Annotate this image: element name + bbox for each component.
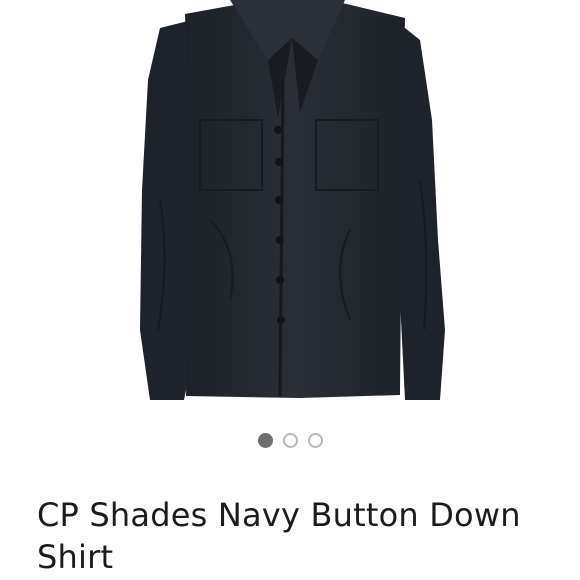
carousel-dot-2[interactable] <box>282 432 298 448</box>
carousel-dot-3[interactable] <box>307 432 323 448</box>
carousel-indicators <box>0 430 580 450</box>
shirt-photo <box>140 0 445 400</box>
carousel-dot-1[interactable] <box>257 432 273 448</box>
product-image[interactable] <box>0 0 580 410</box>
listing-title: CP Shades Navy Button Down Shirt <box>37 496 521 576</box>
